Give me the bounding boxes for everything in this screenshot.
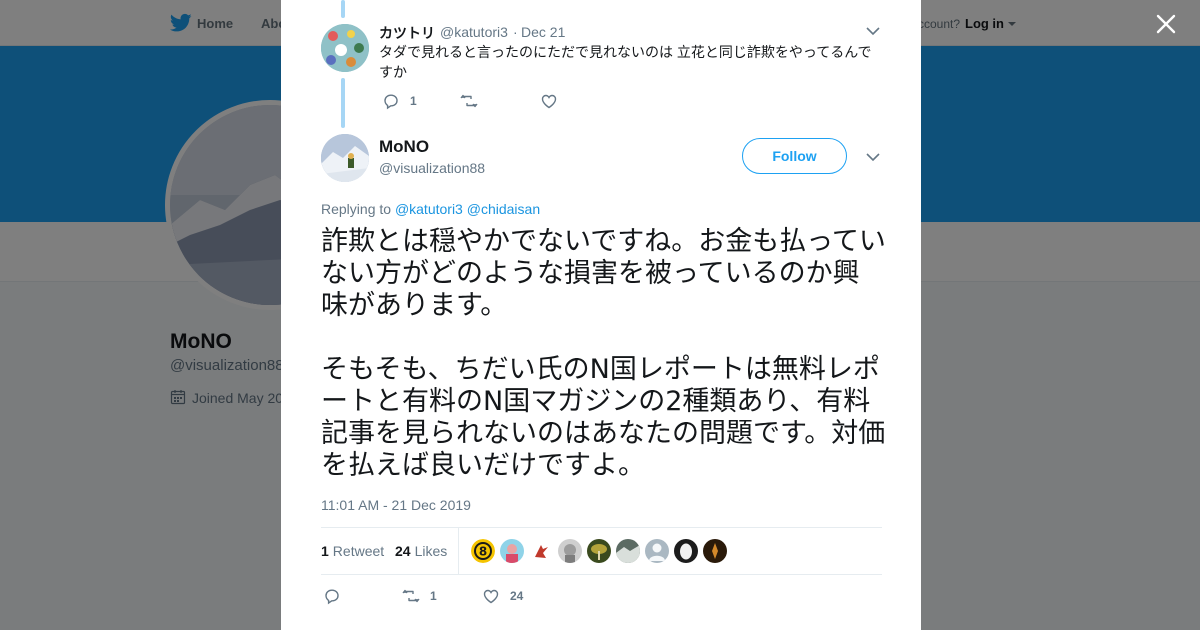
retweets-stat[interactable]: 1 Retweet [321, 543, 384, 559]
reply-icon[interactable] [382, 92, 400, 110]
retweet-icon[interactable] [402, 587, 420, 605]
chevron-down-icon[interactable] [866, 26, 880, 36]
thread-connector-line [341, 0, 345, 18]
thread-connector-line [341, 78, 345, 128]
retweets-count: 1 [321, 543, 329, 559]
retweet-count: 1 [430, 589, 437, 603]
svg-text:8: 8 [479, 545, 487, 559]
liker-avatar[interactable] [703, 539, 727, 563]
like-icon[interactable] [540, 92, 558, 110]
main-tweet-timestamp[interactable]: 11:01 AM - 21 Dec 2019 [321, 497, 471, 513]
reply-action[interactable]: 1 [382, 92, 417, 110]
liker-avatar[interactable] [645, 539, 669, 563]
liker-avatar[interactable] [616, 539, 640, 563]
liker-avatar[interactable] [529, 539, 553, 563]
liker-avatar[interactable] [500, 539, 524, 563]
like-action[interactable]: 24 [482, 587, 523, 605]
parent-tweet-text: タダで見れると言ったのにただで見れないのは 立花と同じ詐欺をやってるんですか [379, 44, 872, 80]
retweet-icon[interactable] [460, 92, 478, 110]
liker-avatar[interactable] [558, 539, 582, 563]
replying-to-context: Replying to @katutori3 @chidaisan [321, 201, 540, 217]
retweets-label: Retweet [332, 543, 385, 559]
chevron-down-icon[interactable] [866, 152, 880, 162]
main-tweet-author-name[interactable]: MoNO [379, 137, 429, 157]
like-icon[interactable] [482, 587, 500, 605]
tweet-permalink-modal: カツトリ @katutori3 · Dec 21 タダで見れると言ったのにただで… [281, 0, 921, 630]
stats-divider [458, 528, 459, 574]
retweet-action[interactable] [460, 92, 488, 110]
main-tweet-author-handle[interactable]: @visualization88 [379, 160, 485, 176]
tweet-stats: 1 Retweet 24 Likes 8 [321, 527, 882, 575]
like-count: 24 [510, 589, 524, 603]
parent-tweet-author-name[interactable]: カツトリ [379, 23, 435, 43]
reply-count: 1 [410, 94, 417, 108]
avatar[interactable] [321, 134, 369, 182]
liker-avatar[interactable]: 8 [471, 539, 495, 563]
like-action[interactable] [540, 92, 568, 110]
likes-stat[interactable]: 24 Likes [395, 543, 447, 559]
liker-avatars: 8 [471, 539, 727, 563]
parent-tweet-date[interactable]: Dec 21 [521, 24, 565, 40]
likes-label: Likes [414, 543, 448, 559]
retweet-action[interactable]: 1 [402, 587, 437, 605]
avatar[interactable] [321, 24, 369, 72]
close-icon[interactable] [1152, 10, 1180, 38]
main-tweet-text: 詐欺とは穏やかでないですね。お金も払っていない方がどのような損害を被っているのか… [321, 226, 886, 481]
replying-to-label: Replying to [321, 201, 392, 217]
likes-count: 24 [395, 543, 411, 559]
mention-link[interactable]: @chidaisan [467, 201, 540, 217]
reply-action[interactable] [323, 587, 351, 605]
parent-tweet-author-handle[interactable]: @katutori3 [440, 24, 508, 40]
separator-dot: · [513, 24, 518, 40]
liker-avatar[interactable] [674, 539, 698, 563]
reply-icon[interactable] [323, 587, 341, 605]
follow-button[interactable]: Follow [742, 138, 847, 174]
mention-link[interactable]: @katutori3 [395, 201, 463, 217]
liker-avatar[interactable] [587, 539, 611, 563]
